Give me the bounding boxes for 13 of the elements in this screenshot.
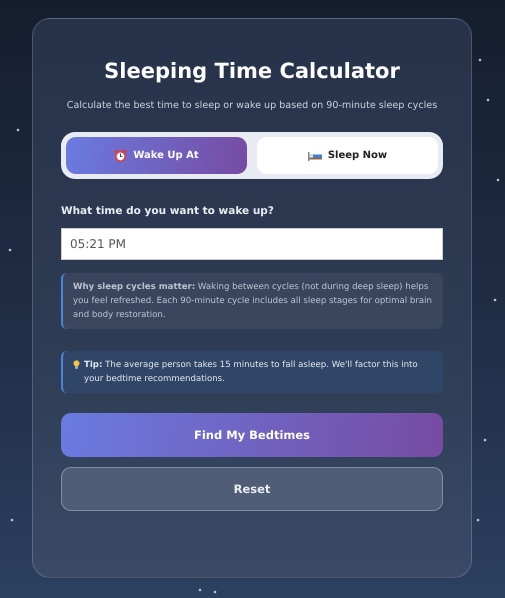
note-text: Tip: The average person takes 15 minutes to fall asleep. We'll factor this into your bedtime recommendations. <box>84 359 419 386</box>
time-input-field[interactable]: 05:21 PM <box>61 228 443 260</box>
lightbulb-icon <box>73 360 80 370</box>
mode-tab[interactable]: Sleep Now <box>257 137 438 174</box>
bed-icon <box>308 150 322 160</box>
reset-button[interactable]: Reset <box>61 467 443 511</box>
app-title: Sleeping Time Calculator <box>103 59 401 83</box>
alarm-clock-icon <box>114 149 128 162</box>
note-text: Why sleep cycles matter: Waking between cycles (not during deep sleep) helps you feel refreshed. Each 90-minute cycle includes all sleep stages for optimal brain and body restoration. <box>73 281 433 322</box>
find-bedtimes-button[interactable]: Find My Bedtimes <box>61 413 443 457</box>
field-label: What time do you want to wake up? <box>61 205 275 217</box>
subtitle: Calculate the best time to sleep or wake up based on 90-minute sleep cycles <box>66 100 438 111</box>
mode-tab[interactable]: Wake Up At <box>66 137 247 174</box>
